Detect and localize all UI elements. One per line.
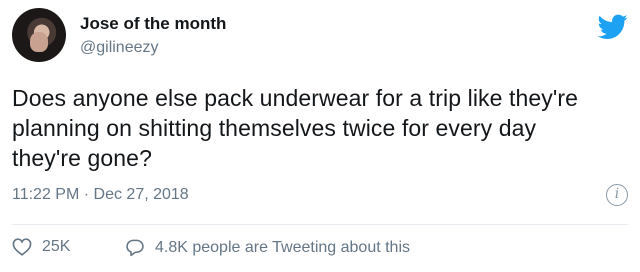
tweeting-about-button[interactable]: 4.8K people are Tweeting about this: [125, 238, 410, 257]
user-handle[interactable]: @gilineezy: [80, 38, 159, 57]
display-name[interactable]: Jose of the month: [80, 14, 226, 34]
tweet-text: Does anyone else pack underwear for a tr…: [12, 83, 632, 173]
divider: [12, 224, 628, 225]
info-icon[interactable]: i: [606, 184, 628, 206]
avatar[interactable]: [12, 8, 66, 62]
like-button[interactable]: 25K: [12, 238, 70, 256]
speech-bubble-icon: [126, 239, 144, 257]
tweet-text-line: planning on shitting themselves twice fo…: [12, 115, 537, 141]
tweet-text-line: they're gone?: [12, 145, 152, 171]
avatar-hand: [30, 32, 48, 52]
tweeting-about-text: 4.8K people are Tweeting about this: [155, 238, 410, 256]
twitter-bird-icon[interactable]: [598, 14, 628, 40]
tweet-card: Jose of the month @gilineezy Does anyone…: [0, 0, 640, 272]
tweet-text-line: Does anyone else pack underwear for a tr…: [12, 85, 579, 111]
likes-count: 25K: [42, 238, 71, 255]
tweet-timestamp[interactable]: 11:22 PM · Dec 27, 2018: [12, 185, 189, 205]
heart-icon: [12, 238, 32, 256]
